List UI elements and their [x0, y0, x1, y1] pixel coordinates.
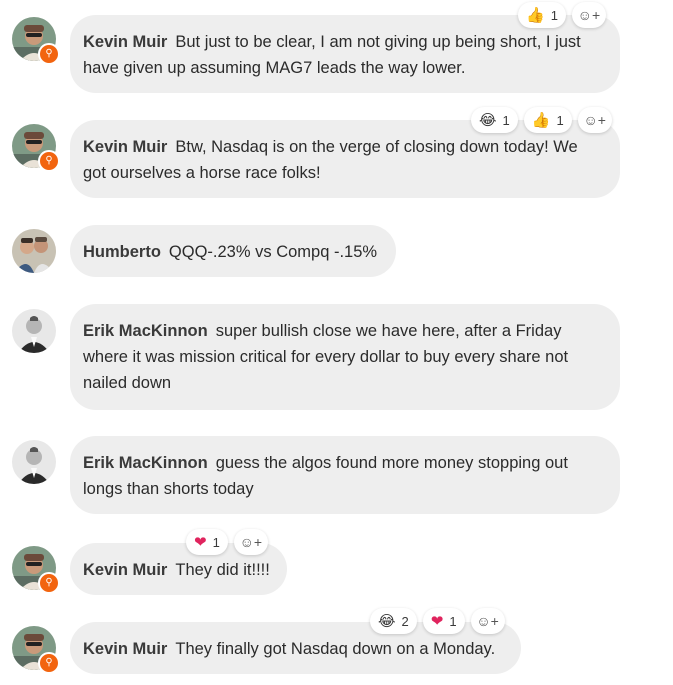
add-reaction-icon: ☺+: [476, 613, 499, 629]
role-badge-icon: ⚲: [38, 572, 60, 594]
author-name[interactable]: Kevin Muir: [83, 640, 167, 658]
message-text: They did it!!!!: [175, 561, 270, 579]
author-name[interactable]: Kevin Muir: [83, 33, 167, 51]
reactions-bar: 😂 1 👍 1 ☺+: [471, 107, 612, 133]
message-bubble: Erik MacKinnon guess the algos found more…: [70, 436, 620, 514]
message-bubble: Humberto QQQ-.23% vs Compq -.15%: [70, 225, 396, 277]
add-reaction-button[interactable]: ☺+: [577, 107, 612, 133]
laughing-icon: 😂: [479, 111, 497, 129]
reaction-thumbs-up[interactable]: 👍 1: [523, 107, 572, 133]
author-name[interactable]: Kevin Muir: [83, 561, 167, 579]
avatar-photo: [12, 229, 56, 273]
avatar[interactable]: ⚲: [12, 546, 60, 594]
role-badge-icon: ⚲: [38, 43, 60, 65]
avatar[interactable]: [12, 229, 56, 273]
heart-icon: ❤: [194, 533, 207, 551]
author-name[interactable]: Erik MacKinnon: [83, 322, 208, 340]
message-text: QQQ-.23% vs Compq -.15%: [168, 243, 378, 261]
reaction-count: 1: [449, 613, 457, 629]
author-name[interactable]: Erik MacKinnon: [83, 454, 208, 472]
avatar[interactable]: ⚲: [12, 124, 60, 172]
reactions-bar: 👍 1 ☺+: [518, 2, 606, 28]
reaction-heart[interactable]: ❤ 1: [186, 529, 228, 555]
add-reaction-icon: ☺+: [583, 112, 606, 128]
reaction-count: 1: [556, 112, 564, 128]
thumbs-up-icon: 👍: [526, 6, 545, 24]
add-reaction-button[interactable]: ☺+: [233, 529, 268, 555]
author-name[interactable]: Humberto: [83, 243, 161, 261]
reactions-bar: ❤ 1 ☺+: [186, 529, 268, 555]
message-bubble: Erik MacKinnon super bullish close we hav…: [70, 304, 620, 410]
avatar[interactable]: [12, 309, 56, 353]
thumbs-up-icon: 👍: [531, 111, 551, 129]
add-reaction-icon: ☺+: [239, 534, 263, 550]
avatar-photo: [12, 440, 56, 484]
laughing-icon: 😂: [378, 612, 396, 630]
heart-icon: ❤: [430, 612, 444, 630]
add-reaction-icon: ☺+: [577, 7, 601, 23]
reaction-heart[interactable]: ❤ 1: [422, 608, 465, 634]
reaction-count: 1: [502, 112, 510, 128]
avatar[interactable]: [12, 440, 56, 484]
avatar[interactable]: ⚲: [12, 17, 60, 65]
reactions-bar: 😂 2 ❤ 1 ☺+: [370, 608, 505, 634]
role-badge-icon: ⚲: [38, 652, 60, 674]
reaction-laughing[interactable]: 😂 1: [471, 107, 518, 133]
reaction-thumbs-up[interactable]: 👍 1: [518, 2, 566, 28]
reaction-count: 1: [212, 534, 220, 550]
reaction-laughing[interactable]: 😂 2: [370, 608, 417, 634]
avatar-photo: [12, 309, 56, 353]
add-reaction-button[interactable]: ☺+: [571, 2, 606, 28]
add-reaction-button[interactable]: ☺+: [470, 608, 505, 634]
message-text: They finally got Nasdaq down on a Monday…: [175, 640, 496, 658]
reaction-count: 1: [550, 7, 558, 23]
avatar[interactable]: ⚲: [12, 626, 60, 674]
role-badge-icon: ⚲: [38, 150, 60, 172]
reaction-count: 2: [401, 613, 409, 629]
author-name[interactable]: Kevin Muir: [83, 138, 167, 156]
